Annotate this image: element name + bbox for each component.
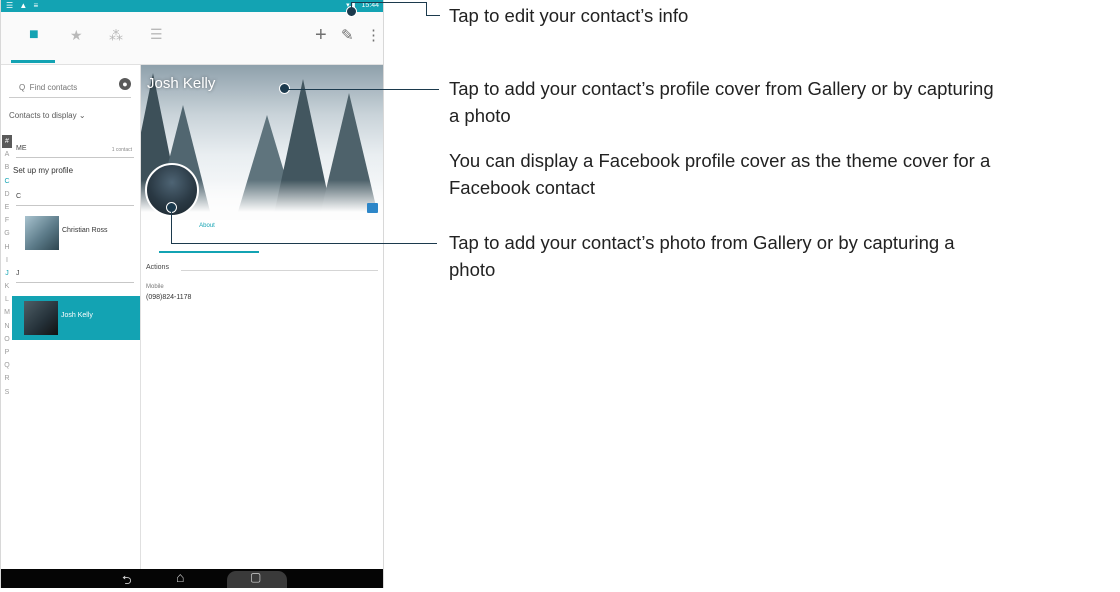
index-letter[interactable]: K <box>2 280 12 293</box>
action-bar: ■ ★ ⁂ ☰ + ✎ ⋮ <box>1 12 383 65</box>
add-contact-button[interactable]: + <box>315 24 327 47</box>
contact-thumbnail <box>24 301 58 335</box>
person-icon[interactable]: ■ <box>29 26 39 44</box>
overflow-menu-icon[interactable]: ⋮ <box>366 26 381 44</box>
section-header-j: J <box>16 270 134 283</box>
index-letter[interactable]: E <box>2 201 12 214</box>
index-letter[interactable]: S <box>2 386 12 399</box>
edit-icon[interactable]: ✎ <box>341 26 354 44</box>
annotation-contact-photo: Tap to add your contact’s photo from Gal… <box>449 232 955 253</box>
index-letter[interactable]: F <box>2 214 12 227</box>
status-bar: ☰ ▲ ≡ ▾ ▮15:44 <box>1 0 383 12</box>
alphabet-index[interactable]: # A B C D E F G H I J K L M N O P Q R S <box>2 135 12 399</box>
section-header-me: ME 1 contact <box>16 145 134 158</box>
index-letter[interactable]: P <box>2 346 12 359</box>
callout-line <box>171 243 437 244</box>
recent-apps-icon[interactable]: ▢ <box>250 570 261 584</box>
index-letter[interactable]: C <box>2 175 12 188</box>
annotation-facebook-cover-cont: Facebook contact <box>449 177 596 198</box>
index-letter[interactable]: # <box>2 135 12 149</box>
contact-thumbnail <box>25 216 59 250</box>
list-icon[interactable]: ☰ <box>150 26 163 43</box>
voice-search-icon[interactable]: ● <box>119 78 131 90</box>
index-letter[interactable]: Q <box>2 359 12 372</box>
contact-detail-panel: Josh Kelly About Actions Mobile (098)824… <box>141 65 383 569</box>
annotation-profile-cover: Tap to add your contact’s profile cover … <box>449 78 994 99</box>
contact-name: Christian Ross <box>62 227 108 234</box>
camera-icon[interactable] <box>367 203 378 213</box>
index-letter[interactable]: D <box>2 188 12 201</box>
annotation-edit-info: Tap to edit your contact’s info <box>449 5 689 26</box>
navigation-bar: ⮌ ⌂ ▢ <box>1 569 383 588</box>
contacts-list-panel: ● Contacts to display ⌄ # A B C D E F G … <box>1 65 141 569</box>
section-header-c: C <box>16 193 134 206</box>
callout-line <box>171 208 172 244</box>
index-letter[interactable]: O <box>2 333 12 346</box>
back-icon[interactable]: ⮌ <box>122 571 132 592</box>
callout-line <box>285 89 439 90</box>
search-bar[interactable]: ● <box>9 78 131 98</box>
index-letter[interactable]: M <box>2 306 12 319</box>
callout-line <box>351 2 426 3</box>
divider <box>181 270 378 271</box>
index-letter[interactable]: J <box>2 267 12 280</box>
status-time: 15:44 <box>361 2 379 9</box>
annotation-contact-photo-cont: photo <box>449 259 496 280</box>
tab-indicator <box>11 60 55 63</box>
home-icon[interactable]: ⌂ <box>176 569 184 585</box>
index-letter[interactable]: B <box>2 161 12 174</box>
actions-heading: Actions <box>146 264 169 271</box>
index-letter[interactable]: G <box>2 227 12 240</box>
phone-number[interactable]: (098)824-1178 <box>146 294 191 301</box>
search-input[interactable] <box>19 81 107 93</box>
annotation-facebook-cover: You can display a Facebook profile cover… <box>449 150 991 171</box>
index-letter[interactable]: N <box>2 320 12 333</box>
contacts-to-display-dropdown[interactable]: Contacts to display ⌄ <box>9 111 86 120</box>
index-letter[interactable]: L <box>2 293 12 306</box>
index-letter[interactable]: A <box>2 148 12 161</box>
annotation-profile-cover-cont: a photo <box>449 105 511 126</box>
index-letter[interactable]: I <box>2 254 12 267</box>
setup-profile-item[interactable]: Set up my profile <box>13 166 73 175</box>
index-letter[interactable]: H <box>2 241 12 254</box>
index-letter[interactable]: R <box>2 372 12 385</box>
tab-about[interactable]: About <box>159 223 255 236</box>
contact-name: Josh Kelly <box>61 312 93 319</box>
contact-row[interactable]: Christian Ross <box>13 211 140 255</box>
contact-row-selected[interactable]: Josh Kelly <box>12 296 140 340</box>
section-header-label: ME <box>16 145 27 152</box>
callout-line <box>426 2 427 16</box>
group-icon[interactable]: ⁂ <box>109 27 123 44</box>
phone-type-label: Mobile <box>146 284 164 290</box>
callout-line <box>351 2 352 12</box>
tab-underline <box>159 251 259 253</box>
callout-line <box>426 15 440 16</box>
status-icons: ☰ ▲ ≡ <box>6 1 41 10</box>
contact-title: Josh Kelly <box>147 75 216 92</box>
star-icon[interactable]: ★ <box>70 27 83 44</box>
section-header-count: 1 contact <box>111 147 132 153</box>
